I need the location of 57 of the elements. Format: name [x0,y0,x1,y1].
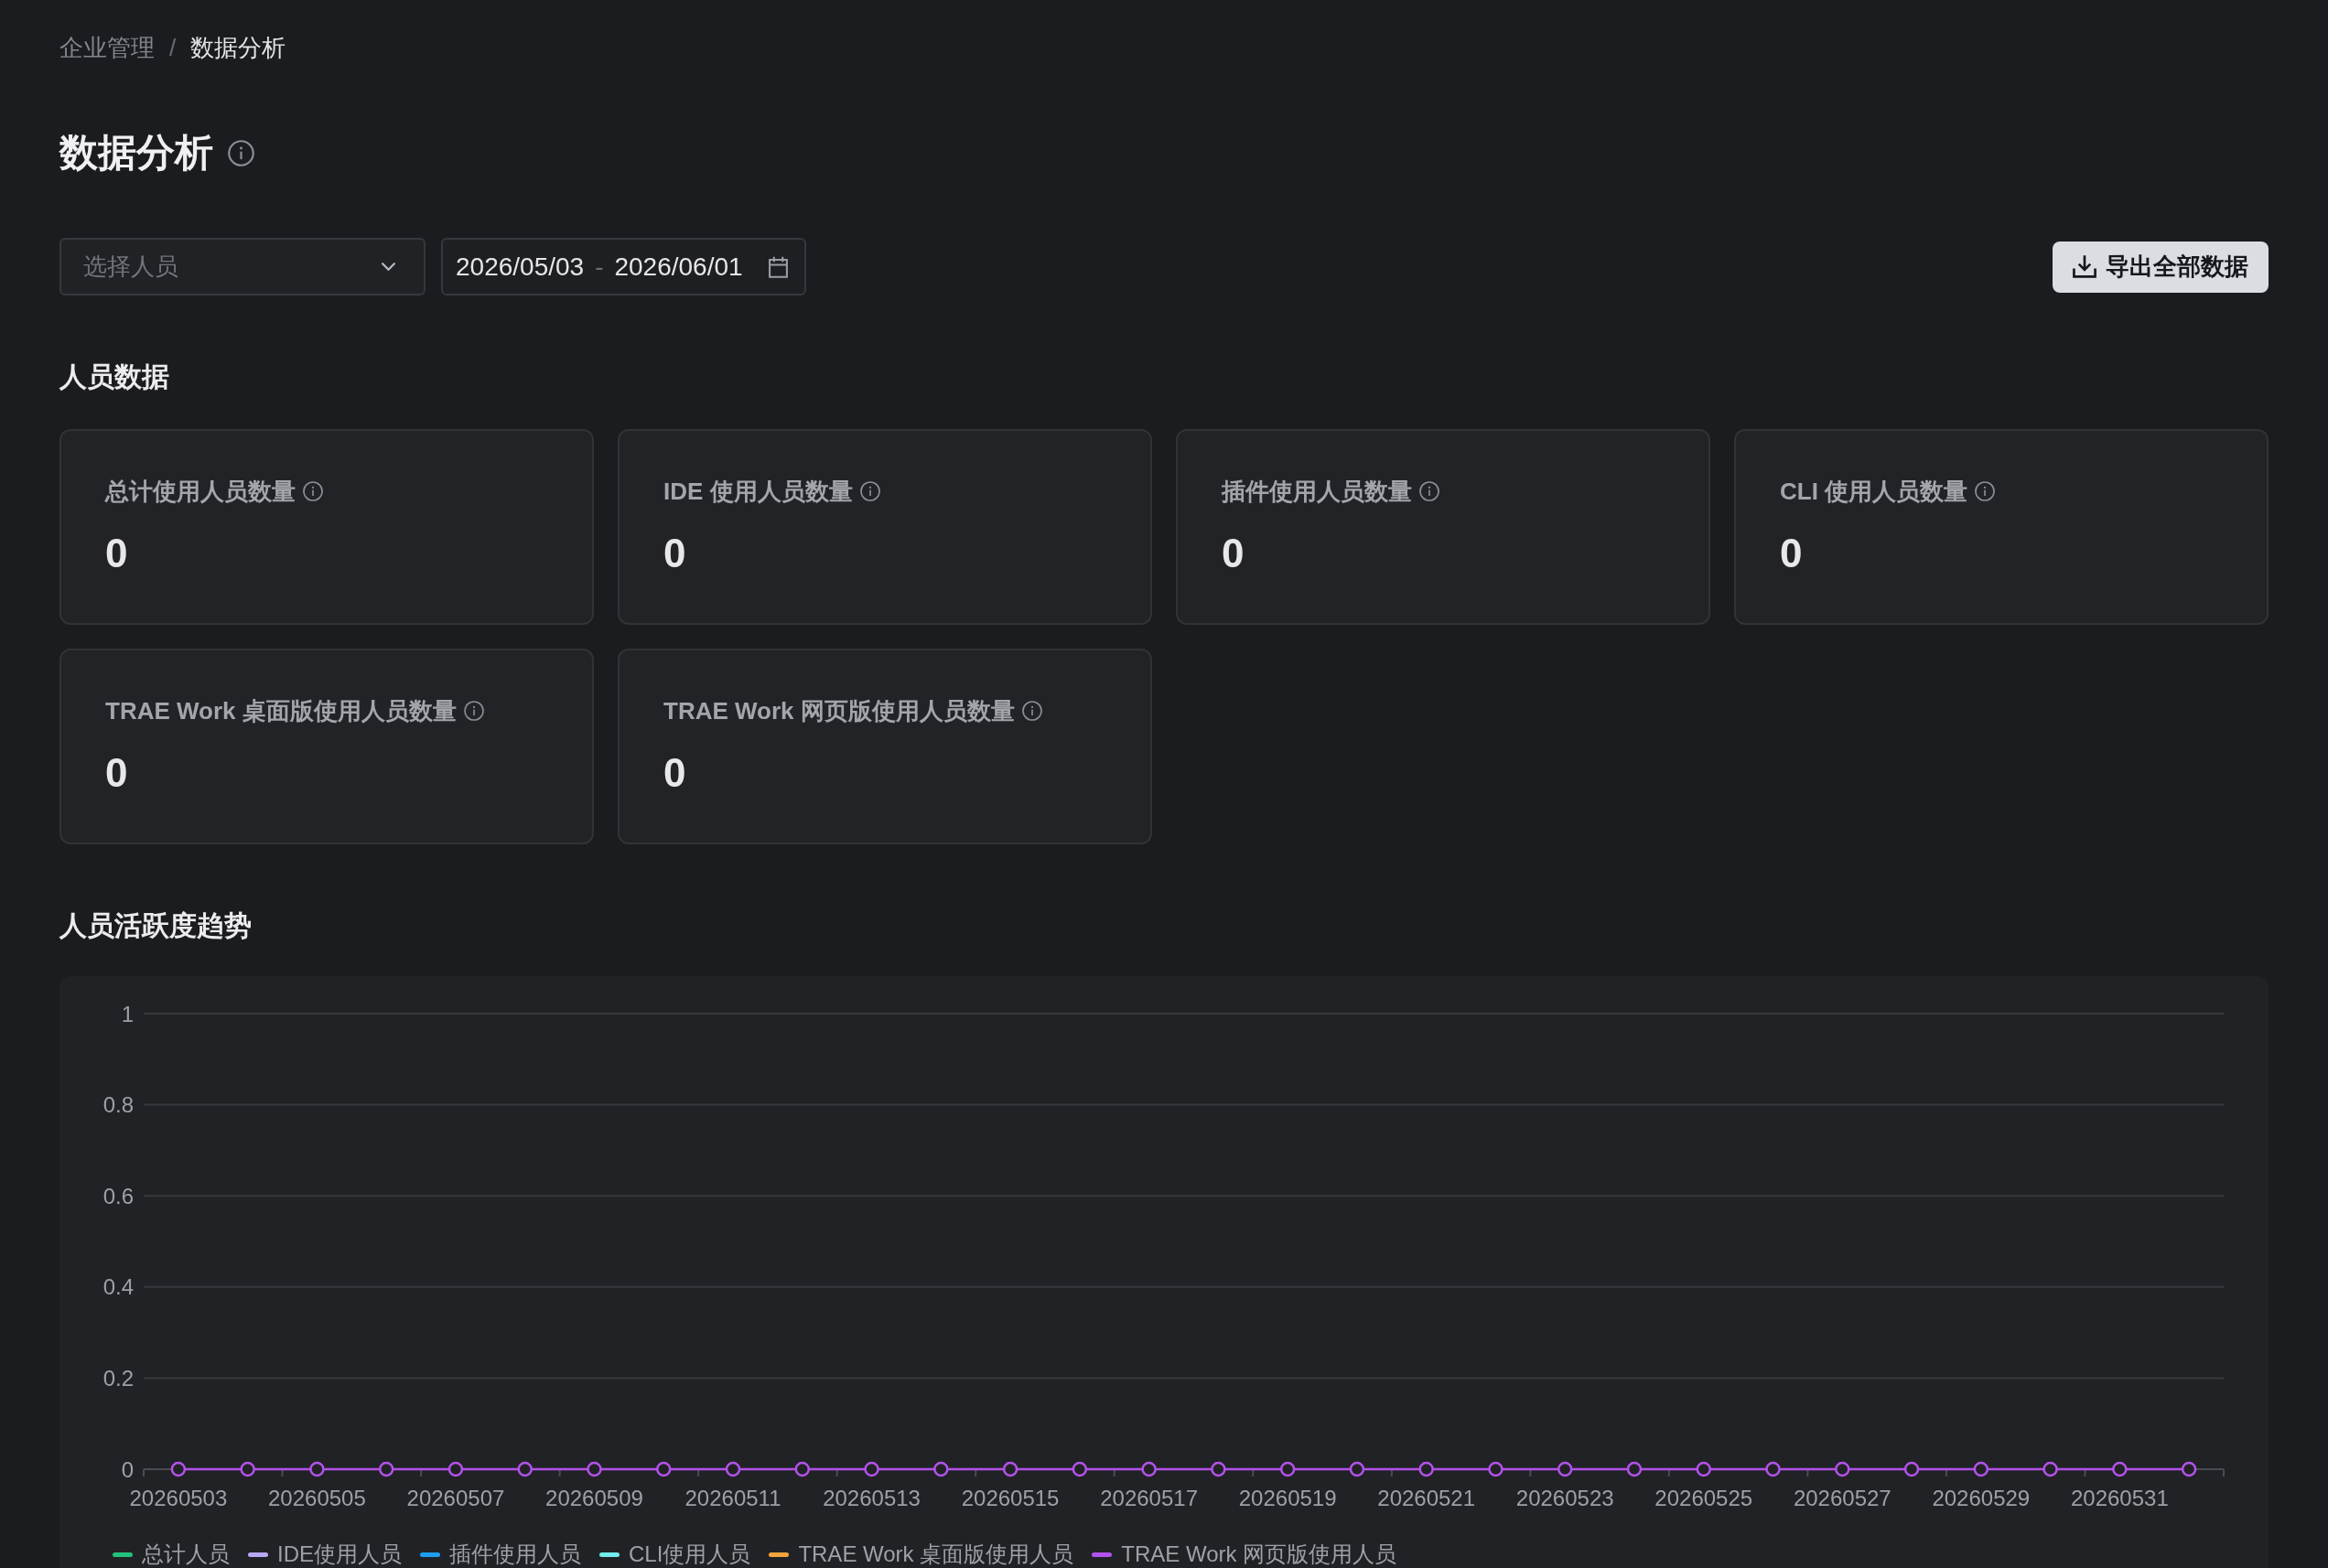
stat-label: TRAE Work 网页版使用人员数量 [663,696,1015,726]
x-axis-label: 20260529 [1932,1485,2031,1510]
info-icon [859,481,880,501]
x-axis-label: 20260507 [406,1485,505,1510]
legend-item[interactable]: CLI使用人员 [629,1541,751,1567]
y-axis-label: 0.8 [102,1092,134,1118]
x-axis-label: 20260519 [1238,1485,1337,1510]
y-axis-label: 0.6 [102,1183,134,1208]
breadcrumb-separator: / [169,33,177,63]
info-icon [1419,481,1439,501]
date-range-picker[interactable]: 2026/05/03 - 2026/06/01 [441,238,806,295]
info-icon [463,701,484,721]
stat-value: 0 [1222,531,1245,576]
info-icon [1021,701,1042,721]
breadcrumb-link[interactable]: 企业管理 [59,31,155,64]
x-axis-label: 20260513 [823,1485,921,1510]
y-axis-label: 0 [121,1456,134,1482]
x-axis-label: 20260525 [1654,1485,1753,1510]
legend-item[interactable]: 插件使用人员 [449,1541,581,1567]
stat-value: 0 [663,750,686,796]
x-axis-label: 20260503 [129,1485,228,1510]
stat-label: 总计使用人员数量 [105,477,296,507]
info-icon [228,139,254,166]
x-axis-label: 20260521 [1377,1485,1476,1510]
legend-item[interactable]: TRAE Work 桌面版使用人员 [798,1541,1074,1567]
stat-value: 0 [1780,531,1803,576]
legend-item[interactable]: TRAE Work 网页版使用人员 [1121,1541,1397,1567]
stat-value: 0 [105,750,128,796]
export-button[interactable]: 导出全部数据 [2053,241,2269,293]
chevron-down-icon [382,263,395,271]
info-icon [1975,481,1996,501]
x-axis-label: 20260511 [684,1485,781,1510]
calendar-icon [769,255,788,278]
x-axis-label: 20260517 [1100,1485,1198,1510]
stat-label: IDE 使用人员数量 [663,477,853,507]
stat-label: TRAE Work 桌面版使用人员数量 [105,696,457,726]
stat-value: 0 [105,531,128,576]
y-axis-label: 0.4 [102,1274,134,1300]
x-axis-label: 20260515 [961,1485,1060,1510]
download-icon [2073,255,2096,278]
breadcrumb-current: 数据分析 [190,33,286,63]
info-icon [303,481,323,501]
section-title: 人员活跃度趋势 [59,909,252,942]
stat-value: 0 [663,531,686,576]
stat-label: 插件使用人员数量 [1222,477,1412,507]
x-axis-label: 20260531 [2070,1485,2169,1510]
x-axis-label: 20260505 [268,1485,366,1510]
x-axis-label: 20260509 [545,1485,643,1510]
y-axis-label: 1 [121,1001,134,1026]
stat-label: CLI 使用人员数量 [1780,477,1968,507]
section-title: 人员数据 [59,360,169,393]
x-axis-label: 20260527 [1793,1485,1892,1510]
person-select[interactable]: 选择人员 [59,238,426,295]
y-axis-label: 0.2 [102,1365,134,1391]
page-title: 数据分析 [59,130,213,176]
x-axis-label: 20260523 [1515,1485,1614,1510]
legend-item[interactable]: IDE使用人员 [277,1541,402,1567]
